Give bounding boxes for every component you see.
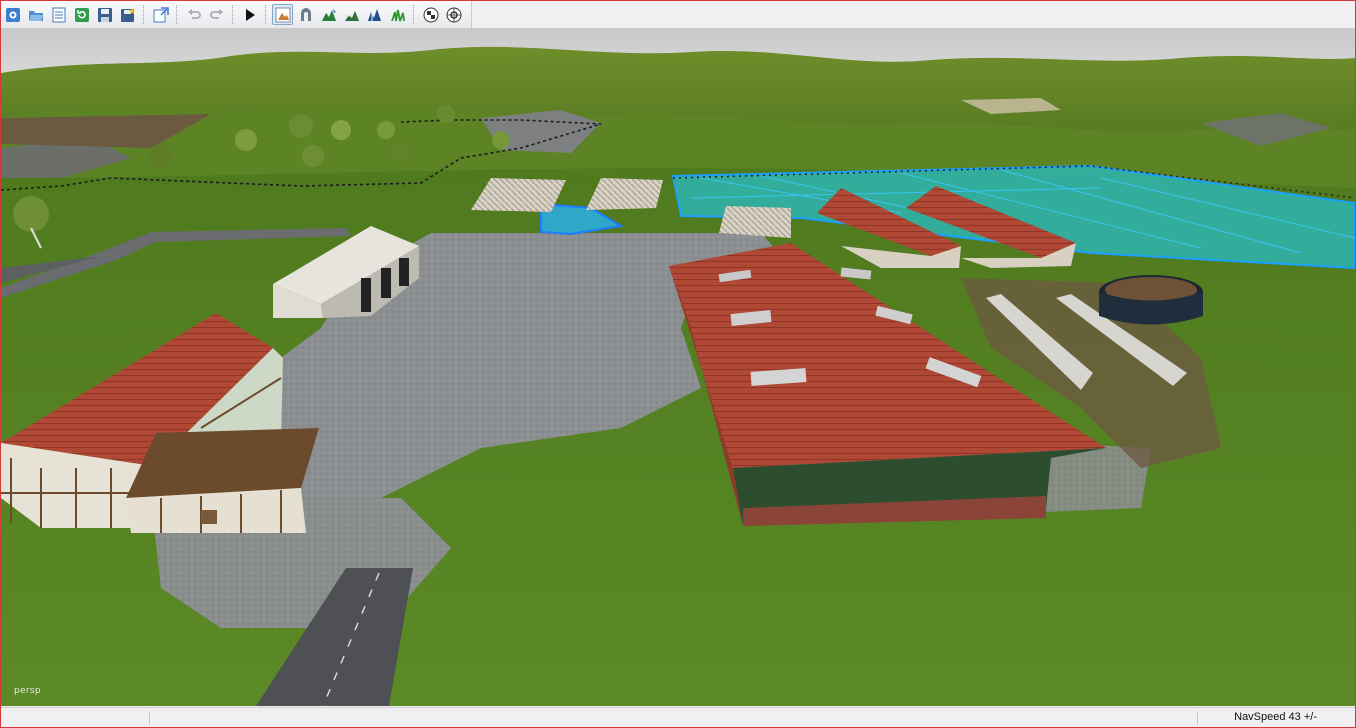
refresh-icon [74, 7, 90, 23]
terrain-sculpt-button[interactable] [295, 4, 316, 25]
grass-paint-button[interactable] [387, 4, 408, 25]
save-icon [97, 7, 113, 23]
save-all-icon [120, 7, 136, 23]
undo-button[interactable] [183, 4, 204, 25]
app-button[interactable] [2, 4, 23, 25]
status-pane-divider [149, 711, 150, 725]
undo-icon [186, 7, 202, 23]
checker-icon [423, 7, 439, 23]
save-button[interactable] [94, 4, 115, 25]
open-folder-icon [28, 7, 44, 23]
3d-viewport[interactable]: persp [1, 28, 1355, 706]
toolbar-separator [143, 5, 145, 24]
scene-render[interactable] [1, 28, 1355, 706]
import-icon [153, 6, 169, 23]
status-pane-divider [1197, 711, 1198, 725]
terrain-select-button[interactable] [272, 4, 293, 25]
nav-speed-readout: NavSpeed 43 +/- [1234, 711, 1317, 723]
refresh-button[interactable] [71, 4, 92, 25]
terrain-paint-button[interactable] [318, 4, 339, 25]
toolbar-separator [176, 5, 178, 24]
terrain-paint-icon [321, 7, 337, 23]
terrain-foliage-icon [367, 7, 383, 23]
toolbar-separator [413, 5, 415, 24]
toolbar-separator [232, 5, 234, 24]
play-button[interactable] [239, 4, 260, 25]
terrain-smooth-icon [344, 7, 360, 23]
toolbar-separator [265, 5, 267, 24]
terrain-sculpt-icon [298, 7, 314, 23]
redo-icon [209, 7, 225, 23]
list-button[interactable] [48, 4, 69, 25]
open-folder-button[interactable] [25, 4, 46, 25]
main-toolbar [1, 1, 472, 29]
terrain-smooth-button[interactable] [341, 4, 362, 25]
camera-label: persp [14, 686, 41, 696]
save-all-button[interactable] [117, 4, 138, 25]
terrain-select-icon [275, 7, 291, 23]
navmesh-button[interactable] [443, 4, 464, 25]
grass-paint-icon [390, 7, 406, 23]
status-bar: NavSpeed 43 +/- [1, 707, 1355, 727]
terrain-foliage-button[interactable] [364, 4, 385, 25]
list-icon [51, 7, 67, 23]
play-icon [242, 7, 258, 23]
import-button[interactable] [150, 4, 171, 25]
redo-button[interactable] [206, 4, 227, 25]
app-icon [5, 7, 21, 23]
checker-button[interactable] [420, 4, 441, 25]
navmesh-icon [446, 7, 462, 23]
